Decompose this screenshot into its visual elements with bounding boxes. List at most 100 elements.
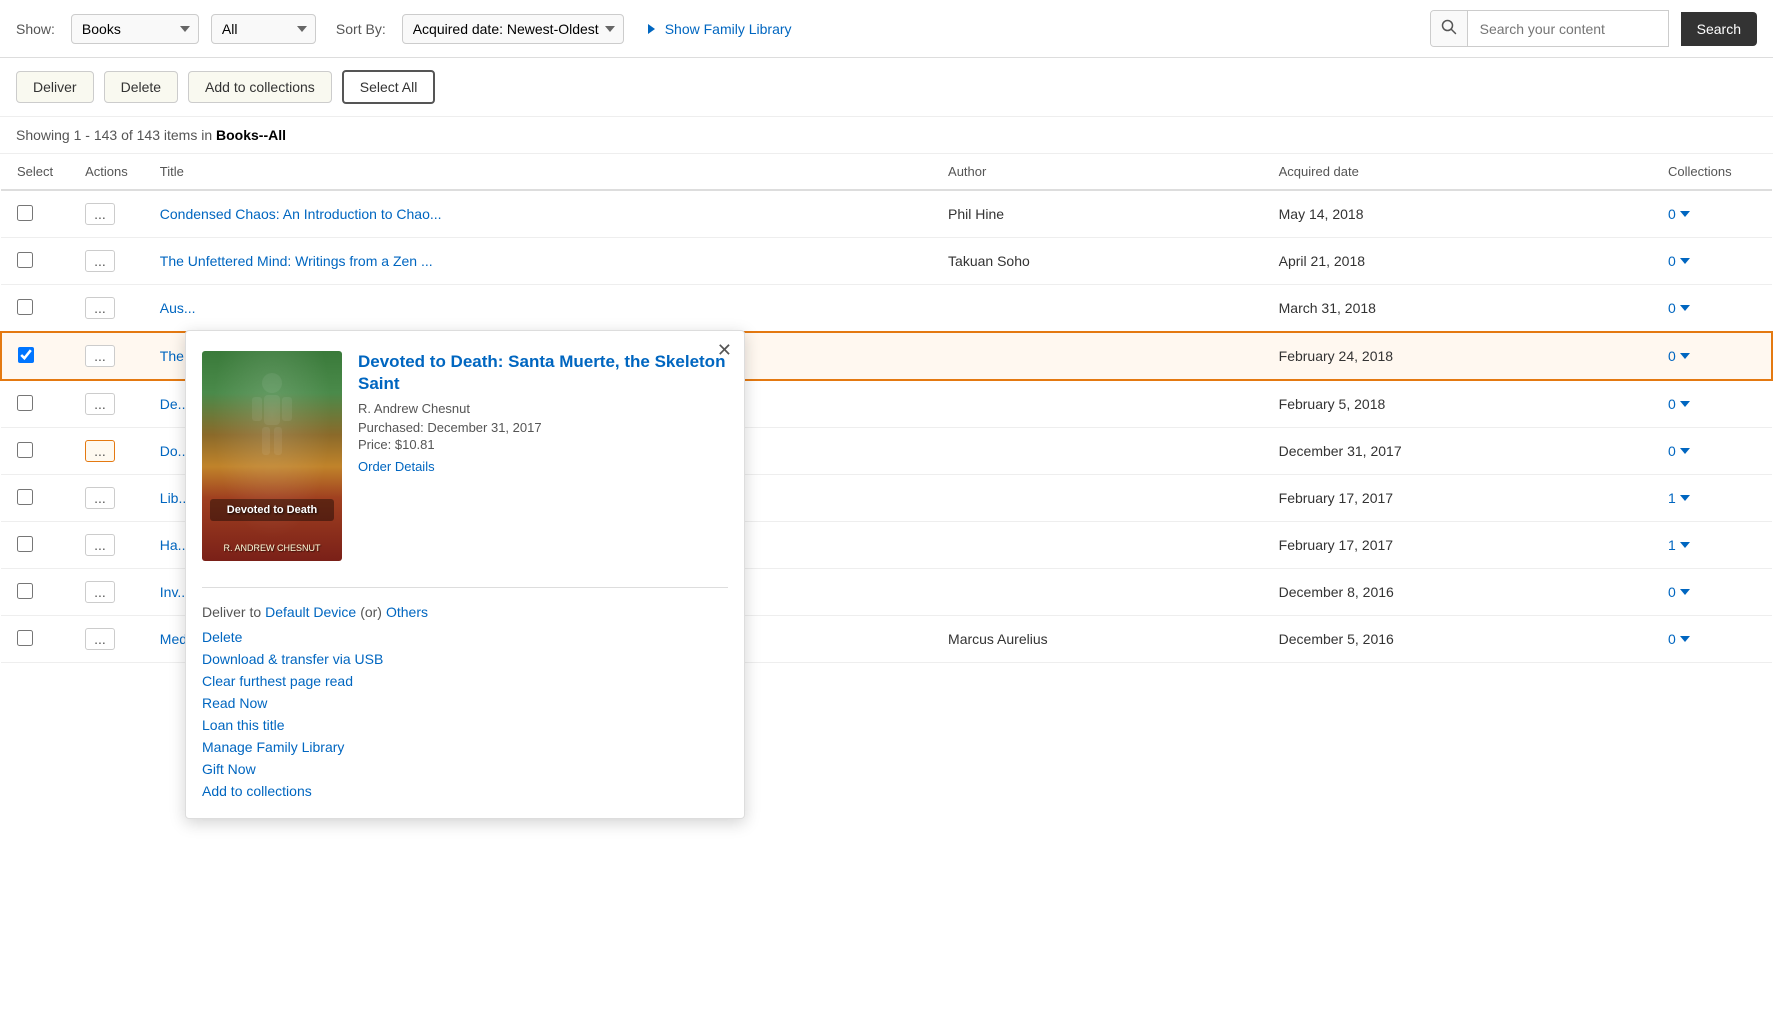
collections-badge[interactable]: 0	[1668, 206, 1756, 222]
popup-add-collections-link[interactable]: Add to collections	[202, 780, 728, 802]
row-author	[932, 380, 1263, 428]
row-collections[interactable]: 0	[1652, 190, 1772, 238]
row-collections[interactable]: 0	[1652, 428, 1772, 475]
row-checkbox[interactable]	[17, 583, 33, 599]
row-checkbox[interactable]	[17, 489, 33, 505]
popup-card: ✕ Devoted to Death R. AN	[185, 330, 745, 819]
row-action-button[interactable]: ...	[85, 345, 115, 367]
collections-badge[interactable]: 1	[1668, 537, 1756, 553]
collections-badge[interactable]: 0	[1668, 253, 1756, 269]
search-button[interactable]: Search	[1681, 12, 1757, 46]
col-actions: Actions	[69, 154, 144, 190]
add-collections-button[interactable]: Add to collections	[188, 71, 332, 103]
popup-close-button[interactable]: ✕	[717, 341, 732, 359]
row-action-button[interactable]: ...	[85, 203, 115, 225]
popup-clear-link[interactable]: Clear furthest page read	[202, 670, 728, 692]
others-link[interactable]: Others	[386, 604, 428, 620]
row-action-button[interactable]: ...	[85, 487, 115, 509]
popup-gift-link[interactable]: Gift Now	[202, 758, 728, 780]
search-icon-wrap	[1431, 11, 1468, 46]
col-date: Acquired date	[1263, 154, 1652, 190]
popup-delete-link[interactable]: Delete	[202, 626, 728, 648]
chevron-down-icon	[1680, 636, 1690, 642]
popup-download-link[interactable]: Download & transfer via USB	[202, 648, 728, 670]
table-row: ... Condensed Chaos: An Introduction to C…	[1, 190, 1772, 238]
row-collections[interactable]: 0	[1652, 380, 1772, 428]
col-author: Author	[932, 154, 1263, 190]
row-author: Phil Hine	[932, 190, 1263, 238]
row-checkbox[interactable]	[18, 347, 34, 363]
row-collections[interactable]: 1	[1652, 522, 1772, 569]
filter-select[interactable]: All Unread Read Collections	[211, 14, 316, 44]
arrow-right-icon	[648, 24, 655, 34]
price-label: Price:	[358, 437, 391, 452]
row-checkbox[interactable]	[17, 395, 33, 411]
row-acquired-date: May 14, 2018	[1263, 190, 1652, 238]
row-acquired-date: December 5, 2016	[1263, 616, 1652, 663]
search-input[interactable]	[1468, 13, 1668, 45]
table-row: ... The Unfettered Mind: Writings from a …	[1, 238, 1772, 285]
row-action-button[interactable]: ...	[85, 440, 115, 462]
deliver-button[interactable]: Deliver	[16, 71, 94, 103]
collections-badge[interactable]: 0	[1668, 396, 1756, 412]
chevron-down-icon	[1680, 589, 1690, 595]
cover-title-text: Devoted to Death	[216, 503, 328, 517]
chevron-down-icon	[1680, 448, 1690, 454]
popup-title: Devoted to Death: Santa Muerte, the Skel…	[358, 351, 728, 395]
family-library-label: Show Family Library	[665, 21, 792, 37]
chevron-down-icon	[1680, 258, 1690, 264]
row-checkbox[interactable]	[17, 630, 33, 646]
sort-select[interactable]: Acquired date: Newest-Oldest Acquired da…	[402, 14, 624, 44]
family-library-link[interactable]: Show Family Library	[648, 21, 792, 37]
row-acquired-date: March 31, 2018	[1263, 285, 1652, 333]
row-checkbox[interactable]	[17, 252, 33, 268]
row-title-link[interactable]: Condensed Chaos: An Introduction to Chao…	[160, 206, 442, 222]
row-acquired-date: February 17, 2017	[1263, 522, 1652, 569]
row-action-button[interactable]: ...	[85, 628, 115, 650]
row-collections[interactable]: 0	[1652, 616, 1772, 663]
row-acquired-date: December 31, 2017	[1263, 428, 1652, 475]
action-bar: Deliver Delete Add to collections Select…	[0, 58, 1773, 117]
row-author	[932, 285, 1263, 333]
show-select[interactable]: Books Periodicals Docs Active Content	[71, 14, 199, 44]
popup-read-now-link[interactable]: Read Now	[202, 692, 728, 714]
collections-badge[interactable]: 0	[1668, 300, 1756, 316]
row-checkbox[interactable]	[17, 299, 33, 315]
cover-author-text: R. ANDREW CHESNUT	[223, 543, 320, 553]
collections-badge[interactable]: 0	[1668, 443, 1756, 459]
popup-manage-family-link[interactable]: Manage Family Library	[202, 736, 728, 758]
collections-badge[interactable]: 0	[1668, 584, 1756, 600]
popup-cover: Devoted to Death R. ANDREW CHESNUT	[202, 351, 342, 561]
select-all-button[interactable]: Select All	[342, 70, 436, 104]
collections-badge[interactable]: 0	[1668, 348, 1755, 364]
row-acquired-date: February 24, 2018	[1263, 332, 1652, 380]
row-collections[interactable]: 0	[1652, 285, 1772, 333]
price-value: $10.81	[395, 437, 435, 452]
row-action-button[interactable]: ...	[85, 297, 115, 319]
popup-info: Devoted to Death: Santa Muerte, the Skel…	[358, 351, 728, 561]
deliver-to-label: Deliver to	[202, 604, 261, 620]
chevron-down-icon	[1680, 401, 1690, 407]
row-title-link[interactable]: Aus...	[160, 300, 196, 316]
row-title-link[interactable]: The Unfettered Mind: Writings from a Zen…	[160, 253, 433, 269]
collections-badge[interactable]: 0	[1668, 631, 1756, 647]
popup-loan-link[interactable]: Loan this title	[202, 714, 728, 736]
popup-author: R. Andrew Chesnut	[358, 401, 728, 416]
row-action-button[interactable]: ...	[85, 581, 115, 603]
row-author	[932, 569, 1263, 616]
default-device-link[interactable]: Default Device	[265, 604, 356, 620]
row-collections[interactable]: 0	[1652, 238, 1772, 285]
row-checkbox[interactable]	[17, 205, 33, 221]
row-collections[interactable]: 1	[1652, 475, 1772, 522]
row-checkbox[interactable]	[17, 536, 33, 552]
collections-badge[interactable]: 1	[1668, 490, 1756, 506]
row-action-button[interactable]: ...	[85, 393, 115, 415]
row-checkbox[interactable]	[17, 442, 33, 458]
delete-button[interactable]: Delete	[104, 71, 178, 103]
row-collections[interactable]: 0	[1652, 569, 1772, 616]
chevron-down-icon	[1680, 495, 1690, 501]
order-details-link[interactable]: Order Details	[358, 459, 435, 474]
row-action-button[interactable]: ...	[85, 250, 115, 272]
row-action-button[interactable]: ...	[85, 534, 115, 556]
row-collections[interactable]: 0	[1652, 332, 1772, 380]
